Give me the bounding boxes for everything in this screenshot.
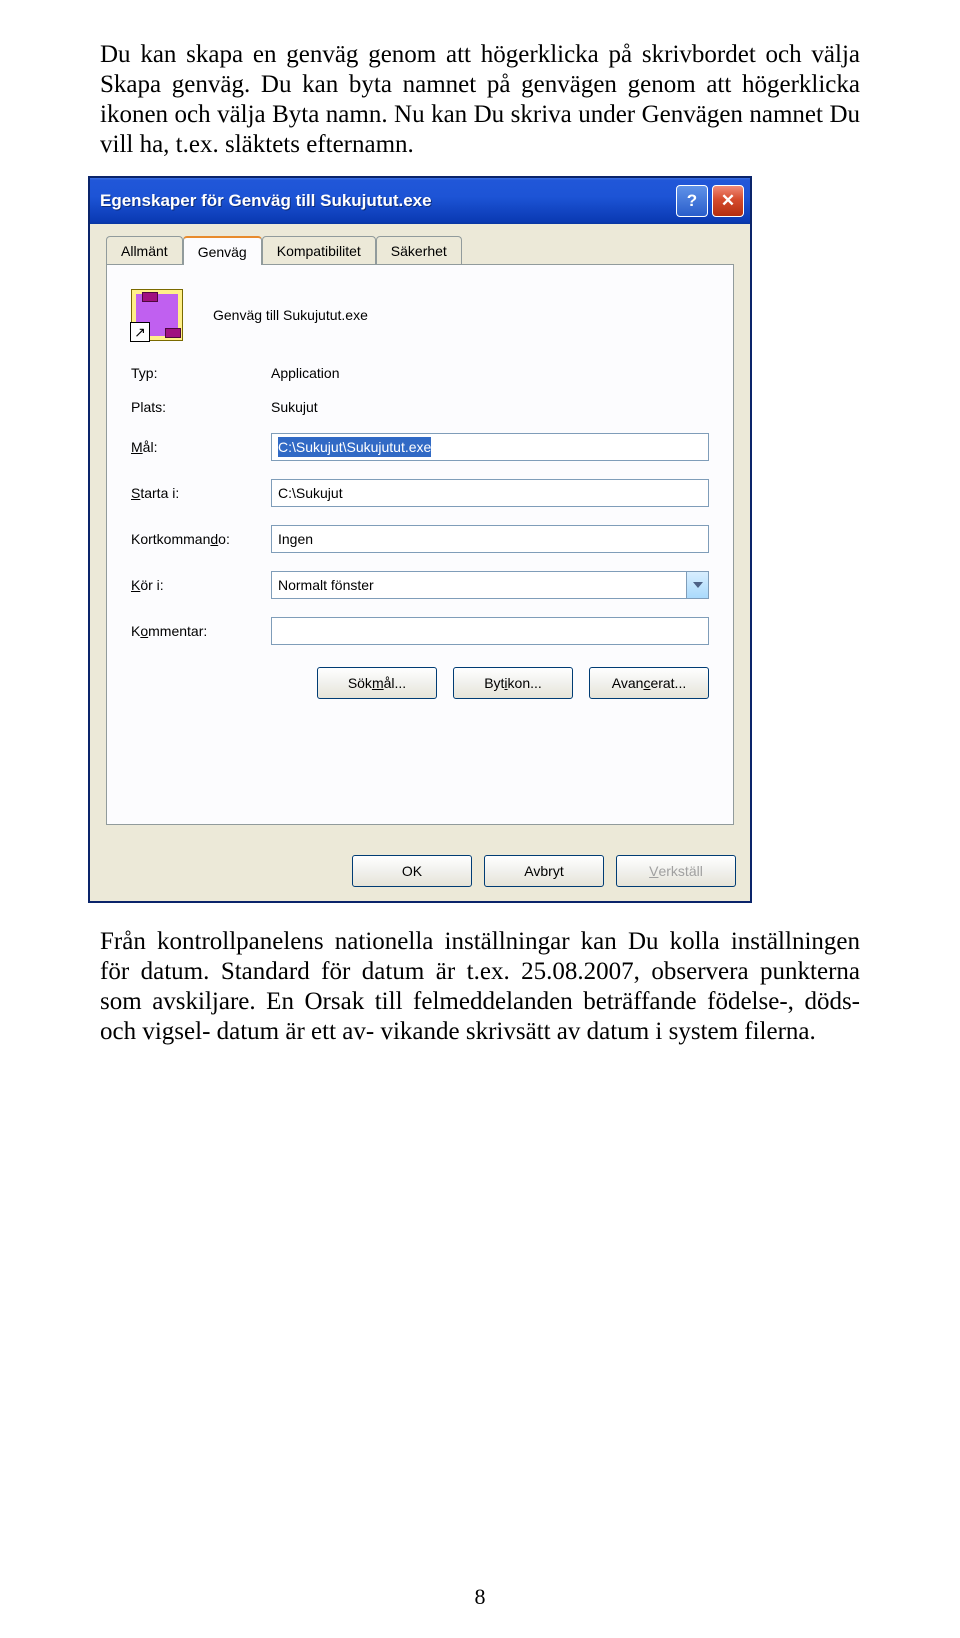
label-starta: Starta i: [131,485,271,501]
label-kommentar: Kommentar: [131,623,271,639]
close-icon: ✕ [721,191,735,211]
sok-mal-button[interactable]: Sök mål... [317,667,437,699]
label-kor: Kör i: [131,577,271,593]
paragraph-outro: Från kontrollpanelens nationella inställ… [100,927,860,1047]
shortcut-name-label: Genväg till Sukujutut.exe [213,307,368,323]
panel-buttons: Sök mål... Byt ikon... Avancerat... [131,667,709,699]
avbryt-button[interactable]: Avbryt [484,855,604,887]
tab-strip: Allmänt Genväg Kompatibilitet Säkerhet [106,236,734,265]
close-button[interactable]: ✕ [712,185,744,217]
tab-genvag[interactable]: Genväg [183,236,262,265]
label-mal: Mål: [131,439,271,455]
help-button[interactable]: ? [676,185,708,217]
ok-button[interactable]: OK [352,855,472,887]
shortcut-arrow-icon: ↗ [130,322,150,342]
help-icon: ? [687,191,697,211]
chevron-down-icon[interactable] [686,572,708,598]
titlebar: Egenskaper för Genväg till Sukujutut.exe… [90,178,750,224]
input-starta[interactable]: C:\Sukujut [271,479,709,507]
tab-sakerhet[interactable]: Säkerhet [376,236,462,264]
label-plats: Plats: [131,399,271,415]
tab-allmant[interactable]: Allmänt [106,236,183,264]
label-kortkommando: Kortkommando: [131,531,271,547]
byt-ikon-button[interactable]: Byt ikon... [453,667,573,699]
verkstall-button[interactable]: Verkställ [616,855,736,887]
input-kortkommando[interactable]: Ingen [271,525,709,553]
label-typ: Typ: [131,365,271,381]
form-grid: Typ: Application Plats: Sukujut Mål: C:\… [131,365,709,645]
combo-kor[interactable]: Normalt fönster [271,571,709,599]
value-typ: Application [271,365,709,381]
properties-dialog: Egenskaper för Genväg till Sukujutut.exe… [88,176,752,903]
tab-kompatibilitet[interactable]: Kompatibilitet [262,236,376,264]
tab-panel-genvag: ↗ Genväg till Sukujutut.exe Typ: Applica… [106,265,734,825]
dialog-footer: OK Avbryt Verkställ [90,841,750,901]
app-icon: ↗ [131,289,183,341]
dialog-body: Allmänt Genväg Kompatibilitet Säkerhet ↗… [90,224,750,841]
window-title: Egenskaper för Genväg till Sukujutut.exe [100,191,672,211]
avancerat-button[interactable]: Avancerat... [589,667,709,699]
value-plats: Sukujut [271,399,709,415]
paragraph-intro: Du kan skapa en genväg genom att högerkl… [100,40,860,160]
input-mal[interactable]: C:\Sukujut\Sukujutut.exe [271,433,709,461]
icon-row: ↗ Genväg till Sukujutut.exe [131,289,709,341]
input-kommentar[interactable] [271,617,709,645]
page-number: 8 [0,1584,960,1610]
dialog-screenshot: Egenskaper för Genväg till Sukujutut.exe… [88,176,860,903]
